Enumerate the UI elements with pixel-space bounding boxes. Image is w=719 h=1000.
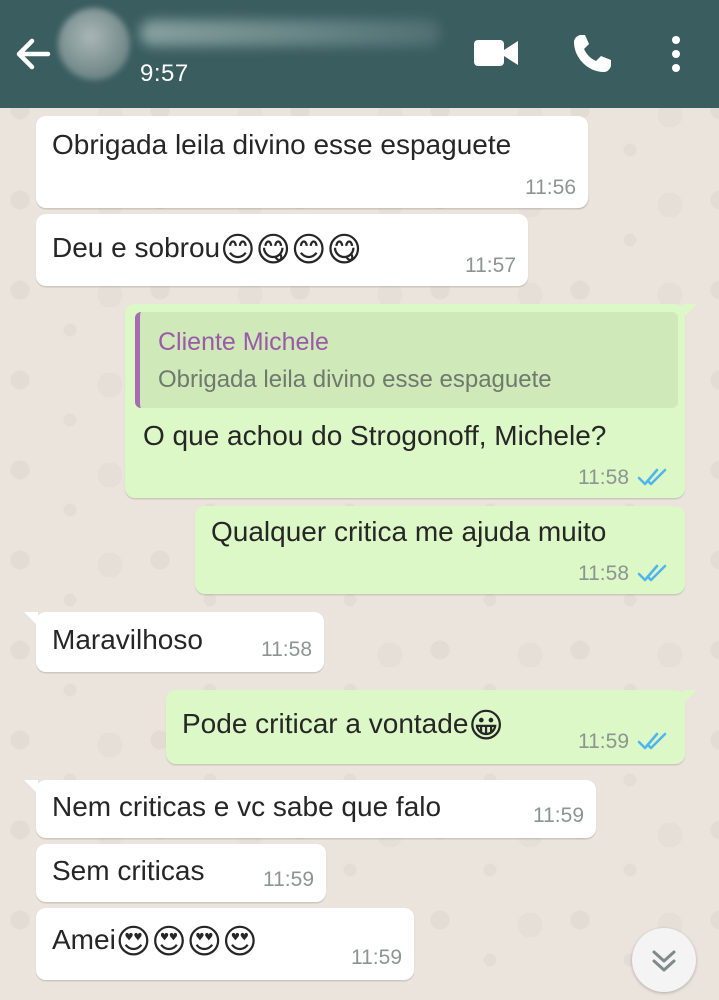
double-chevron-down-icon xyxy=(652,950,676,972)
message-text: Pode criticar a vontade😀 xyxy=(182,708,504,743)
message-text-content: Amei xyxy=(52,924,116,955)
message-bubble-incoming[interactable]: Obrigada leila divino esse espaguete 11:… xyxy=(36,116,588,208)
contact-name-blurred[interactable] xyxy=(140,20,440,46)
scroll-to-bottom-button[interactable] xyxy=(632,928,696,992)
message-text: Nem criticas e vc sabe que falo xyxy=(52,791,442,822)
emoji-sequence: 😊😋😊😋 xyxy=(220,231,362,269)
read-ticks-icon xyxy=(637,564,667,582)
message-time: 11:59 xyxy=(263,868,314,891)
message-time: 11:57 xyxy=(465,254,516,277)
message-bubble-incoming[interactable]: Amei😍😍😍😍 11:59 xyxy=(36,908,414,980)
message-text: Deu e sobrou😊😋😊😋 xyxy=(52,232,362,267)
message-text-content: Pode criticar a vontade xyxy=(182,708,469,739)
message-text: Qualquer critica me ajuda muito xyxy=(211,516,607,547)
message-bubble-incoming[interactable]: Maravilhoso 11:58 xyxy=(24,612,324,672)
message-bubble-outgoing[interactable]: Qualquer critica me ajuda muito 11:58 xyxy=(195,506,685,594)
message-text: Sem criticas xyxy=(52,855,205,886)
more-options-icon[interactable] xyxy=(660,32,692,76)
message-bubble-outgoing[interactable]: Pode criticar a vontade😀 11:59 xyxy=(166,690,697,764)
quoted-author: Cliente Michele xyxy=(158,328,329,356)
phone-call-icon[interactable] xyxy=(568,30,616,78)
message-text: O que achou do Strogonoff, Michele? xyxy=(143,420,607,451)
message-time: 11:59 xyxy=(351,946,402,969)
message-text-content: Deu e sobrou xyxy=(52,232,221,263)
chat-header: 9:57 xyxy=(0,0,719,108)
emoji-sequence: 😀 xyxy=(468,707,504,745)
message-time: 11:59 xyxy=(533,804,584,827)
video-call-icon[interactable] xyxy=(472,34,520,72)
read-ticks-icon xyxy=(637,732,667,750)
message-text: Obrigada leila divino esse espaguete xyxy=(52,129,512,160)
message-bubble-outgoing[interactable]: Cliente Michele Obrigada leila divino es… xyxy=(125,304,697,498)
message-time: 11:58 xyxy=(578,562,629,585)
back-arrow-icon[interactable] xyxy=(10,32,54,76)
message-time: 11:58 xyxy=(261,638,312,661)
message-bubble-incoming[interactable]: Nem criticas e vc sabe que falo 11:59 xyxy=(24,780,596,838)
quoted-text: Obrigada leila divino esse espaguete xyxy=(158,366,552,393)
message-bubble-incoming[interactable]: Deu e sobrou😊😋😊😋 11:57 xyxy=(36,214,528,286)
message-time: 11:59 xyxy=(578,730,629,753)
quoted-message[interactable]: Cliente Michele Obrigada leila divino es… xyxy=(135,312,678,408)
message-time: 11:56 xyxy=(525,176,576,199)
emoji-sequence: 😍😍😍😍 xyxy=(115,923,258,961)
message-time: 11:58 xyxy=(578,466,629,489)
contact-avatar[interactable] xyxy=(58,8,130,80)
message-text: Maravilhoso xyxy=(52,624,203,655)
last-seen-status: 9:57 xyxy=(140,60,189,87)
message-bubble-incoming[interactable]: Sem criticas 11:59 xyxy=(36,844,326,902)
message-text: Amei😍😍😍😍 xyxy=(52,924,258,959)
read-ticks-icon xyxy=(637,468,667,486)
